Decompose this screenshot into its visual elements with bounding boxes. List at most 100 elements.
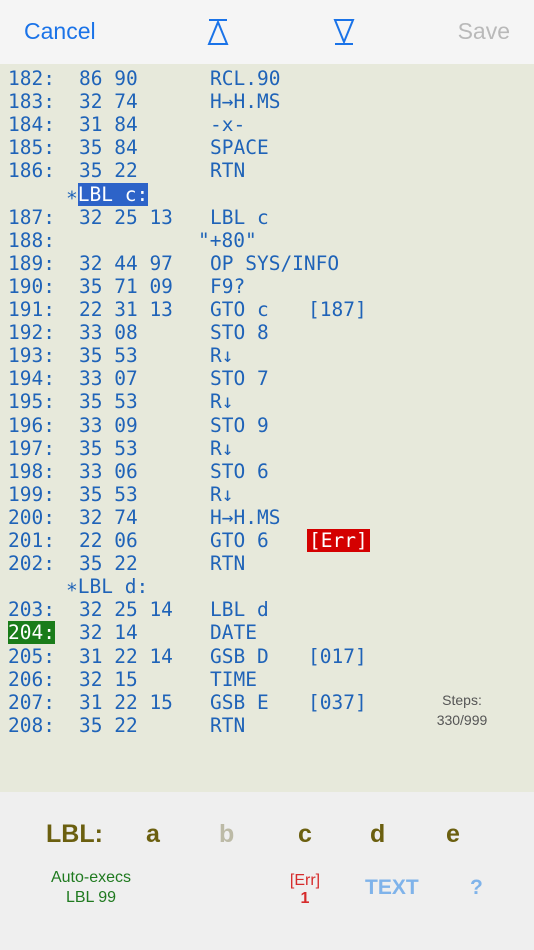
keycode: 22 31 13	[79, 298, 173, 321]
keycode: 35 53	[79, 344, 138, 368]
step-number: 199:	[8, 482, 55, 506]
step-number: 191:	[8, 298, 55, 321]
instruction: OP SYS/INFO	[210, 251, 340, 275]
instruction: STO 9	[210, 413, 269, 437]
instruction: GSB D	[210, 644, 269, 668]
steps-label: Steps:	[442, 692, 482, 708]
instruction: R↓	[210, 344, 234, 368]
instruction: R↓	[210, 436, 234, 460]
jump-target: [017]	[308, 644, 367, 668]
instruction: STO 8	[210, 321, 269, 345]
label-header-text: LBL c:	[77, 182, 149, 206]
string-literal: "+80"	[198, 228, 257, 252]
jump-target: [037]	[308, 690, 367, 714]
step-number: 186:	[8, 159, 55, 183]
keycode: 35 22	[79, 159, 138, 183]
navigation-bar: Cancel Save	[0, 0, 534, 64]
instruction: GTO c	[210, 298, 269, 321]
keycode: 33 09	[79, 413, 138, 437]
step-number: 206:	[8, 667, 55, 691]
cancel-button[interactable]: Cancel	[24, 16, 96, 46]
program-listing[interactable]: 182: 86 90 RCL.90 183: 32 74 H→H.MS 184: 31 84 -…	[0, 64, 534, 792]
step-number: 205:	[8, 644, 55, 668]
step-number: 202:	[8, 552, 55, 576]
step-number: 183:	[8, 90, 55, 114]
instruction: SPACE	[210, 136, 269, 160]
keycode: 33 07	[79, 367, 138, 391]
text-button[interactable]: TEXT	[365, 876, 419, 900]
keycode: 32 74	[79, 90, 138, 114]
label-key-d[interactable]: d	[370, 820, 385, 849]
step-number: 204:	[8, 621, 55, 645]
error-label: [Err]	[289, 872, 321, 889]
step-number: 200:	[8, 505, 55, 529]
keycode: 35 71 09	[79, 274, 173, 298]
save-button[interactable]: Save	[458, 16, 510, 46]
instruction: RTN	[210, 713, 246, 737]
keycode: 32 44 97	[79, 251, 173, 275]
help-button[interactable]: ?	[470, 876, 483, 900]
instruction: LBL c	[210, 205, 269, 229]
step-number: 185:	[8, 136, 55, 160]
keycode: 32 74	[79, 505, 138, 529]
jump-to-bottom-icon[interactable]	[329, 14, 359, 48]
instruction: H→H.MS	[210, 90, 281, 114]
step-number: 208:	[8, 713, 55, 737]
label-header: ∗LBL d:	[66, 575, 149, 599]
jump-to-top-icon[interactable]	[203, 14, 233, 48]
error-badge: [Err]	[307, 529, 370, 552]
label-key-c[interactable]: c	[298, 820, 312, 849]
instruction: -x-	[210, 113, 246, 137]
keycode: 31 22 15	[79, 690, 173, 714]
jump-target: [187]	[308, 298, 367, 321]
step-number: 188:	[8, 228, 55, 252]
error-counter-button[interactable]: [Err] 1	[284, 872, 326, 908]
instruction: DATE	[210, 621, 257, 645]
label-key-e[interactable]: e	[446, 820, 460, 849]
instruction: RTN	[210, 552, 246, 576]
label-bar: LBL: a b c d e Auto-execs LBL 99 [Err] 1…	[0, 792, 534, 950]
step-number: 193:	[8, 344, 55, 368]
step-number: 190:	[8, 274, 55, 298]
instruction: STO 6	[210, 459, 269, 483]
keycode: 33 08	[79, 321, 138, 345]
step-number: 189:	[8, 251, 55, 275]
instruction: STO 7	[210, 367, 269, 391]
step-number: 201:	[8, 529, 55, 552]
step-number: 207:	[8, 690, 55, 714]
instruction: RTN	[210, 159, 246, 183]
keycode: 22 06	[79, 529, 138, 552]
label-key-a[interactable]: a	[146, 820, 160, 849]
step-number: 184:	[8, 113, 55, 137]
step-number: 197:	[8, 436, 55, 460]
keycode: 86 90	[79, 67, 138, 90]
auto-exec-line1: Auto-execs	[50, 869, 132, 886]
keycode: 35 22	[79, 552, 138, 576]
lbl-title: LBL:	[46, 820, 103, 848]
instruction: H→H.MS	[210, 505, 281, 529]
auto-exec-line2: LBL 99	[65, 889, 117, 906]
keycode: 35 53	[79, 390, 138, 414]
label-header-text: LBL d:	[77, 575, 149, 599]
steps-value: 330/999	[436, 712, 488, 728]
keycode: 35 53	[79, 482, 138, 506]
instruction: R↓	[210, 482, 234, 506]
keycode: 35 53	[79, 436, 138, 460]
keycode: 35 84	[79, 136, 138, 160]
instruction: R↓	[210, 390, 234, 414]
step-number: 195:	[8, 390, 55, 414]
step-number: 198:	[8, 459, 55, 483]
steps-counter: Steps: 330/999	[430, 690, 494, 730]
keycode: 32 25 13	[79, 205, 173, 229]
step-number: 187:	[8, 205, 55, 229]
keycode: 33 06	[79, 459, 138, 483]
step-number: 194:	[8, 367, 55, 391]
label-key-b[interactable]: b	[219, 820, 234, 849]
keycode: 32 15	[79, 667, 138, 691]
auto-exec-button[interactable]: Auto-execs LBL 99	[40, 868, 142, 908]
label-header: ∗LBL c:	[66, 182, 149, 206]
keycode: 31 84	[79, 113, 138, 137]
keycode: 32 14	[79, 621, 138, 645]
keycode: 31 22 14	[79, 644, 173, 668]
instruction: RCL.90	[210, 67, 281, 90]
